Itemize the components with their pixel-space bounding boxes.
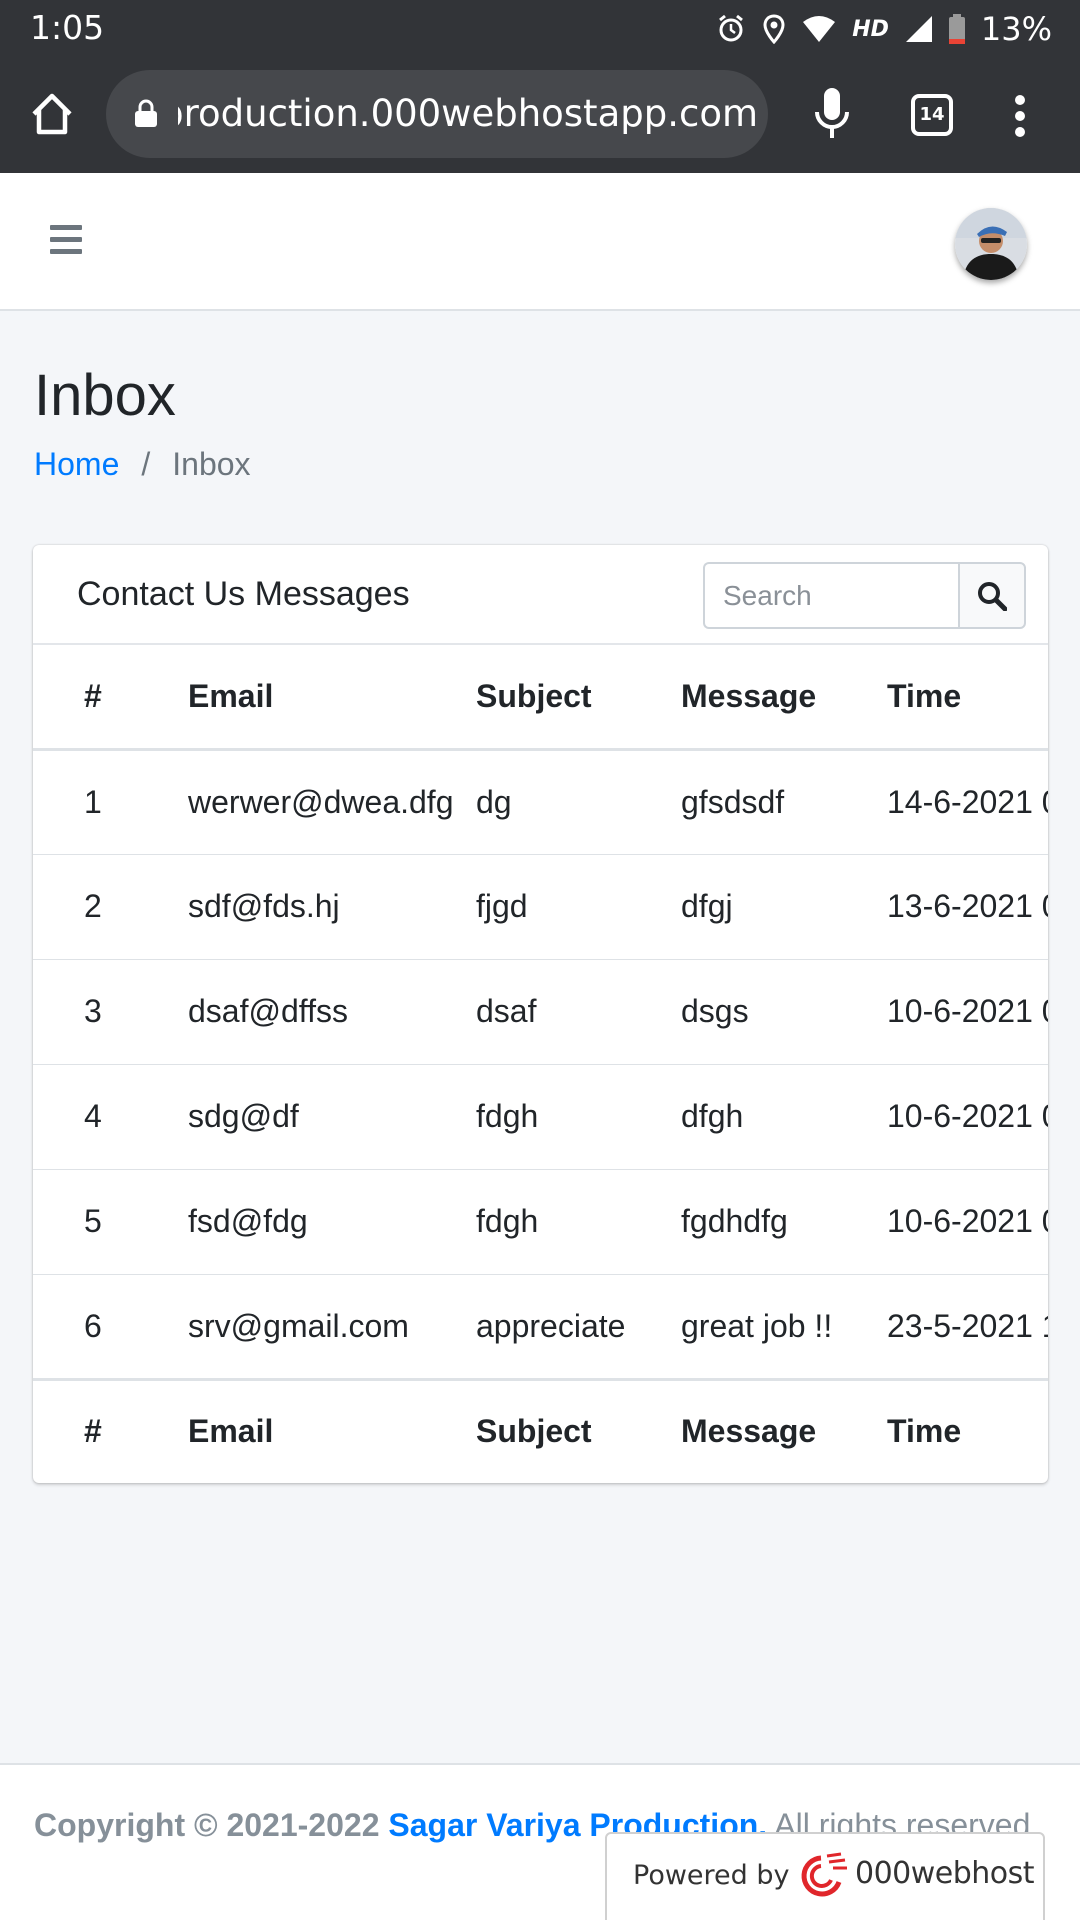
cell-number: 3 xyxy=(33,959,155,1065)
cell-time: 23-5-2021 1 xyxy=(887,1274,1048,1380)
table-row: 4 sdg@df fdgh dfgh 10-6-2021 0 xyxy=(33,1064,1048,1170)
table-row: 6 srv@gmail.com appreciate great job !! … xyxy=(33,1274,1048,1380)
breadcrumb: Home / Inbox xyxy=(34,446,251,483)
cell-email: sdf@fds.hj xyxy=(155,854,476,960)
cell-time: 14-6-2021 0 xyxy=(887,749,1048,855)
alarm-icon xyxy=(719,14,744,42)
cell-time: 10-6-2021 0 xyxy=(887,1169,1048,1275)
footer-header-subject: Subject xyxy=(476,1377,681,1483)
cell-time: 10-6-2021 0 xyxy=(887,959,1048,1065)
lock-icon xyxy=(135,99,157,127)
cell-subject: dg xyxy=(476,749,681,855)
table-row: 5 fsd@fdg fdgh fgdhdfg 10-6-2021 0 xyxy=(33,1169,1048,1275)
search-button[interactable] xyxy=(958,562,1026,629)
cell-message: gfsdsdf xyxy=(681,749,887,855)
cell-number: 2 xyxy=(33,854,155,960)
wifi-icon xyxy=(803,16,836,42)
cell-email: fsd@fdg xyxy=(155,1169,476,1275)
avatar[interactable] xyxy=(955,208,1027,280)
webhost-logo-icon xyxy=(801,1852,847,1897)
tabs-icon[interactable]: 14 xyxy=(911,94,953,136)
cell-email: sdg@df xyxy=(155,1064,476,1170)
browser-toolbar: production.000webhostapp.com 14 xyxy=(0,56,1080,173)
table-row: 2 sdf@fds.hj fjgd dfgj 13-6-2021 0 xyxy=(33,854,1048,960)
column-header-time[interactable]: Time xyxy=(887,645,1048,751)
url-text: production.000webhostapp.com xyxy=(178,92,758,135)
battery-percent: 13% xyxy=(980,10,1052,48)
cell-subject: fdgh xyxy=(476,1064,681,1170)
breadcrumb-separator: / xyxy=(141,446,151,482)
cell-message: dfgj xyxy=(681,854,887,960)
cell-message: fgdhdfg xyxy=(681,1169,887,1275)
cell-subject: dsaf xyxy=(476,959,681,1065)
column-header-email[interactable]: Email xyxy=(155,645,476,751)
footer-header-number: # xyxy=(33,1377,155,1483)
cell-time: 10-6-2021 0 xyxy=(887,1064,1048,1170)
powered-brand-text: 000webhost xyxy=(855,1856,1035,1891)
table-row: 1 werwer@dwea.dfg dg gfsdsdf 14-6-2021 0 xyxy=(33,749,1048,855)
breadcrumb-current: Inbox xyxy=(172,446,251,482)
cell-number: 1 xyxy=(33,749,155,855)
column-header-number[interactable]: # xyxy=(33,645,155,751)
search-icon xyxy=(978,581,1007,611)
network-type: HD xyxy=(852,16,889,42)
search-group xyxy=(703,562,1026,629)
cell-email: werwer@dwea.dfg xyxy=(155,749,476,855)
column-header-subject[interactable]: Subject xyxy=(476,645,681,751)
search-input[interactable] xyxy=(703,562,958,629)
cell-message: dsgs xyxy=(681,959,887,1065)
more-vert-icon[interactable] xyxy=(1010,92,1030,140)
cell-number: 4 xyxy=(33,1064,155,1170)
battery-icon xyxy=(948,14,965,44)
card-title: Contact Us Messages xyxy=(77,575,410,613)
copyright-text: Copyright © 2021-2022 xyxy=(34,1807,380,1843)
messages-card: Contact Us Messages # Email Subject Mess… xyxy=(33,545,1048,1483)
cell-subject: fdgh xyxy=(476,1169,681,1275)
breadcrumb-home-link[interactable]: Home xyxy=(34,446,119,483)
status-bar: 1:05 HD 13% xyxy=(0,0,1080,56)
location-icon xyxy=(763,14,785,44)
table-footer-row: # Email Subject Message Time xyxy=(33,1377,1048,1483)
cell-subject: fjgd xyxy=(476,854,681,960)
address-bar[interactable]: production.000webhostapp.com xyxy=(106,70,768,158)
cell-message: dfgh xyxy=(681,1064,887,1170)
cell-time: 13-6-2021 0 xyxy=(887,854,1048,960)
signal-icon xyxy=(905,16,932,42)
cell-subject: appreciate xyxy=(476,1274,681,1380)
mic-icon[interactable] xyxy=(812,86,852,142)
powered-by-text: Powered by xyxy=(633,1860,790,1891)
hamburger-menu-icon[interactable] xyxy=(50,225,82,255)
page-title: Inbox xyxy=(34,363,176,428)
footer-header-time: Time xyxy=(887,1377,1048,1483)
table-row: 3 dsaf@dffss dsaf dsgs 10-6-2021 0 xyxy=(33,959,1048,1065)
card-header: Contact Us Messages xyxy=(33,545,1048,645)
cell-message: great job !! xyxy=(681,1274,887,1380)
table-header-row: # Email Subject Message Time xyxy=(33,645,1048,751)
cell-number: 5 xyxy=(33,1169,155,1275)
footer-header-message: Message xyxy=(681,1377,887,1483)
powered-by-badge[interactable]: Powered by 000webhost xyxy=(605,1832,1045,1920)
cell-email: dsaf@dffss xyxy=(155,959,476,1065)
status-time: 1:05 xyxy=(30,8,105,47)
footer-header-email: Email xyxy=(155,1377,476,1483)
column-header-message[interactable]: Message xyxy=(681,645,887,751)
cell-number: 6 xyxy=(33,1274,155,1380)
messages-table: # Email Subject Message Time 1 werwer@dw… xyxy=(33,645,1048,1483)
top-navbar xyxy=(0,173,1080,311)
status-icons: HD 13% xyxy=(716,10,1052,48)
cell-email: srv@gmail.com xyxy=(155,1274,476,1380)
home-icon[interactable] xyxy=(28,90,76,138)
